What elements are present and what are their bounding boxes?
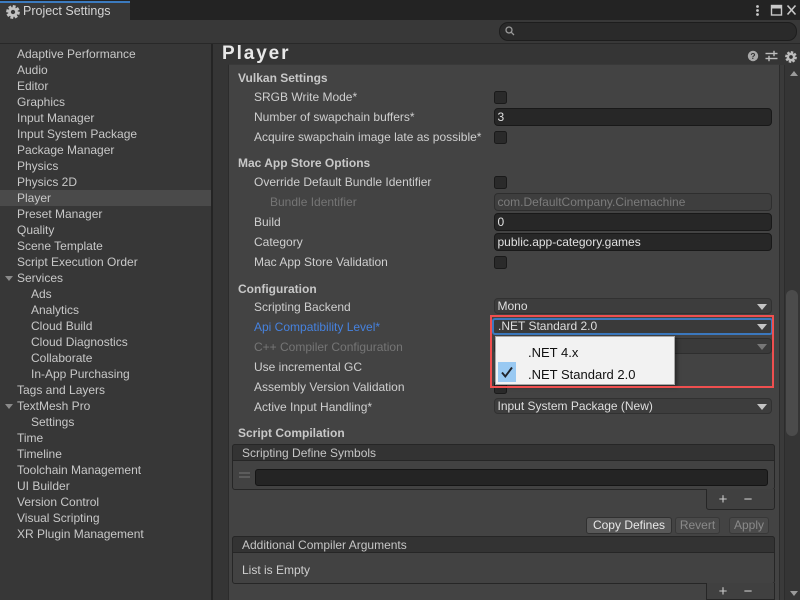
svg-text:?: ? — [750, 51, 755, 61]
